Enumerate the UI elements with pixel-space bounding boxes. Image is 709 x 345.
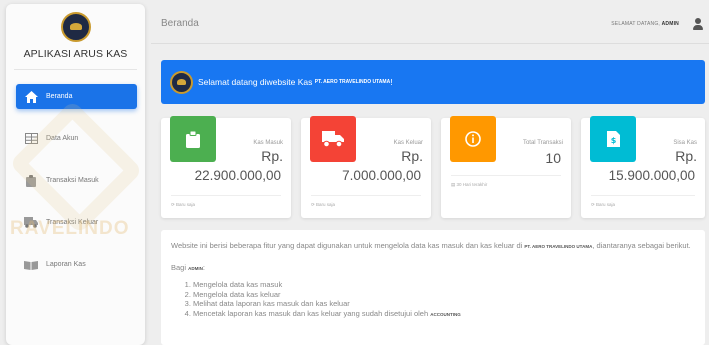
banner-suffix: !: [390, 77, 393, 87]
sidebar-item-laporan-kas[interactable]: Laporan Kas: [16, 252, 137, 277]
user-icon[interactable]: [693, 18, 703, 30]
info-intro: Website ini berisi beberapa fitur yang d…: [171, 240, 695, 252]
clipboard-icon: [170, 116, 216, 162]
role-prefix: Bagi: [171, 263, 187, 272]
divider: [311, 195, 421, 196]
top-bar: Beranda SELAMAT DATANG, ADMIN: [151, 8, 709, 44]
company-logo-icon: [170, 70, 193, 94]
list-item: Mengelola data kas masuk: [193, 280, 695, 290]
card-value: 22.900.000,00: [194, 168, 281, 183]
card-footer: ⟳ Baru saja: [311, 202, 336, 207]
svg-text:$: $: [610, 136, 616, 145]
document-icon: $: [590, 116, 636, 162]
username: ADMIN: [661, 21, 679, 27]
sidebar-item-label: Beranda: [46, 93, 73, 100]
card-label: Sisa Kas: [673, 140, 697, 146]
feature-list: Mengelola data kas masuk Mengelola data …: [193, 280, 695, 319]
watermark-text: RAVELINDO: [10, 218, 130, 239]
truck-icon: [310, 116, 356, 162]
role-heading: Bagi ADMIN:: [171, 262, 695, 274]
card-value: 10: [545, 150, 561, 166]
card-kas-keluar: Kas Keluar Rp. 7.000.000,00 ⟳ Baru saja: [301, 116, 431, 218]
book-icon: [24, 259, 38, 271]
banner-text: Selamat datang diwebsite Kas: [198, 77, 313, 87]
card-sisa-kas: $ Sisa Kas Rp. 15.900.000,00 ⟳ Baru saja: [581, 116, 705, 218]
divider: [591, 195, 695, 196]
role-suffix: :: [202, 263, 205, 272]
welcome-banner: Selamat datang diwebsite Kas PT. AERO TR…: [161, 60, 705, 104]
brand: APLIKASI ARUS KAS: [14, 4, 137, 70]
list-item-bold: ACCOUNTING: [430, 311, 461, 317]
card-currency: Rp.: [401, 148, 423, 164]
card-value: 7.000.000,00: [342, 168, 421, 183]
card-kas-masuk: Kas Masuk Rp. 22.900.000,00 ⟳ Baru saja: [161, 116, 291, 218]
divider: [451, 175, 561, 176]
list-item: Mencetak laporan kas masuk dan kas kelua…: [193, 309, 695, 320]
home-icon: [24, 90, 38, 103]
list-item: Mengelola data kas keluar: [193, 290, 695, 300]
card-footer: ⟳ Baru saja: [171, 202, 196, 207]
card-footer: ⟳ Baru saja: [591, 202, 616, 207]
card-footer: ▤ 30 Hari terakhir: [451, 182, 488, 187]
info-panel: Website ini berisi beberapa fitur yang d…: [161, 230, 705, 345]
card-currency: Rp.: [675, 148, 697, 164]
banner-company: PT. AERO TRAVELINDO UTAMA: [314, 79, 391, 85]
company-logo-icon: [60, 12, 91, 42]
card-footer-text: Baru saja: [316, 202, 336, 207]
card-label: Total Transaksi: [522, 140, 563, 146]
card-footer-text: Baru saja: [176, 202, 196, 207]
info-icon: [450, 116, 496, 162]
info-company: PT. AERO TRAVELINDO UTAMA: [524, 244, 593, 249]
sidebar: RAVELINDO APLIKASI ARUS KAS Beranda Data…: [6, 4, 145, 345]
card-value: 15.900.000,00: [608, 168, 695, 183]
divider: [171, 195, 281, 196]
info-intro-text: Website ini berisi beberapa fitur yang d…: [171, 241, 523, 250]
breadcrumb: Beranda: [161, 18, 199, 29]
card-footer-text: Baru saja: [596, 202, 616, 207]
info-intro-end: , diantaranya sebagai berikut.: [592, 241, 691, 250]
list-item: Melihat data laporan kas masuk dan kas k…: [193, 299, 695, 309]
card-total-transaksi: Total Transaksi 10 ▤ 30 Hari terakhir: [441, 116, 571, 218]
card-label: Kas Masuk: [253, 140, 283, 146]
card-currency: Rp.: [261, 148, 283, 164]
sidebar-item-label: Laporan Kas: [46, 261, 86, 268]
card-label: Kas Keluar: [393, 140, 423, 146]
card-footer-text: 30 Hari terakhir: [456, 182, 488, 187]
welcome-text: SELAMAT DATANG, ADMIN: [611, 21, 679, 27]
brand-title: APLIKASI ARUS KAS: [23, 48, 128, 60]
list-item-text: Mencetak laporan kas masuk dan kas kelua…: [193, 308, 429, 318]
role-name: ADMIN: [188, 266, 203, 271]
welcome-prefix: SELAMAT DATANG,: [611, 21, 661, 27]
